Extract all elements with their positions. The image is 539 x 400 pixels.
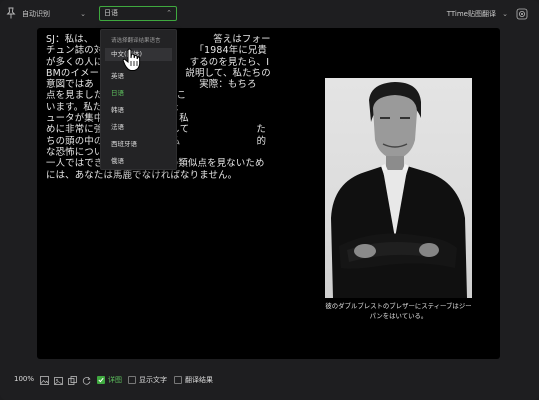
- translation-engine-select[interactable]: TTime贴图翻译 ⌄: [432, 6, 512, 22]
- gear-icon[interactable]: [516, 8, 528, 20]
- chevron-down-icon: ⌄: [502, 10, 508, 18]
- source-language-value: 自动识别: [22, 10, 50, 18]
- engine-value: TTime贴图翻译: [446, 10, 496, 18]
- app-window: 自动识别 ⌄ 日语 ⌃ TTime贴图翻译 ⌄ SJ：私は、 答えはフォーチュン…: [0, 0, 539, 400]
- photo-caption: 彼のダブルブレストのブレザーにスティーブはジーパンをはいている。: [325, 302, 472, 320]
- bottom-bar: 100% 详图 显示文字 翻译结果: [0, 372, 539, 390]
- checkmark-icon: [98, 377, 104, 383]
- chevron-up-icon: ⌃: [166, 9, 172, 17]
- show-text-label[interactable]: 显示文字: [139, 375, 167, 385]
- dropdown-title: 请选择翻译结果语言: [111, 38, 161, 44]
- target-language-select[interactable]: 日语 ⌃: [99, 6, 177, 21]
- source-language-select[interactable]: 自动识别 ⌄: [20, 6, 92, 22]
- zoom-level[interactable]: 100%: [14, 375, 34, 383]
- refresh-icon[interactable]: [82, 376, 91, 385]
- detail-checkbox[interactable]: [97, 376, 105, 384]
- translate-result-checkbox[interactable]: [174, 376, 182, 384]
- menu-item-japanese[interactable]: 日语: [111, 87, 124, 97]
- image-icon[interactable]: [40, 376, 49, 385]
- menu-item-spanish[interactable]: 西班牙语: [111, 138, 137, 148]
- target-language-value: 日语: [104, 9, 118, 17]
- menu-item-russian[interactable]: 俄语: [111, 155, 124, 165]
- menu-item-korean[interactable]: 韩语: [111, 104, 124, 114]
- photo-image: [325, 78, 472, 298]
- top-toolbar: 自动识别 ⌄ 日语 ⌃ TTime贴图翻译 ⌄: [0, 0, 539, 28]
- detail-label[interactable]: 详图: [108, 375, 122, 385]
- pin-icon[interactable]: [6, 7, 16, 19]
- translate-result-label[interactable]: 翻译结果: [185, 375, 213, 385]
- show-text-checkbox[interactable]: [128, 376, 136, 384]
- pointer-hand-icon: [122, 48, 141, 71]
- menu-item-french[interactable]: 法语: [111, 121, 124, 131]
- chevron-down-icon: ⌄: [80, 10, 86, 18]
- copy-icon[interactable]: [68, 376, 77, 385]
- gallery-icon[interactable]: [54, 376, 63, 385]
- portrait-illustration: [331, 82, 467, 298]
